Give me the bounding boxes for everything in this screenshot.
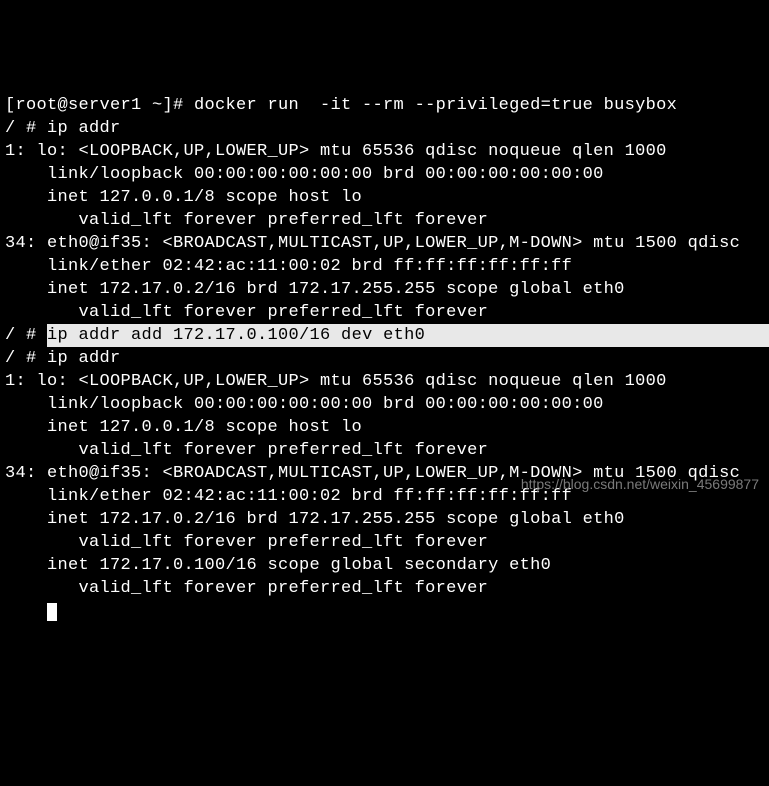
highlighted-command: ip addr add 172.17.0.100/16 dev eth0 <box>47 324 769 347</box>
cursor-icon <box>47 603 57 621</box>
terminal-output[interactable]: [root@server1 ~]# docker run -it --rm --… <box>0 92 769 625</box>
terminal-prompt-line <box>5 600 764 623</box>
terminal-line: inet 127.0.0.1/8 scope host lo <box>5 186 764 209</box>
terminal-line: valid_lft forever preferred_lft forever <box>5 209 764 232</box>
terminal-line: 1: lo: <LOOPBACK,UP,LOWER_UP> mtu 65536 … <box>5 370 764 393</box>
terminal-line: / # ip addr <box>5 347 764 370</box>
terminal-line: valid_lft forever preferred_lft forever <box>5 577 764 600</box>
terminal-line: link/loopback 00:00:00:00:00:00 brd 00:0… <box>5 393 764 416</box>
terminal-line: inet 172.17.0.100/16 scope global second… <box>5 554 764 577</box>
terminal-line: / # ip addr <box>5 117 764 140</box>
prompt-prefix: / # <box>5 326 47 345</box>
terminal-line: [root@server1 ~]# docker run -it --rm --… <box>5 94 764 117</box>
terminal-line: inet 172.17.0.2/16 brd 172.17.255.255 sc… <box>5 508 764 531</box>
terminal-line: inet 127.0.0.1/8 scope host lo <box>5 416 764 439</box>
watermark-text: https://blog.csdn.net/weixin_45699877 <box>521 473 759 496</box>
terminal-line: link/ether 02:42:ac:11:00:02 brd ff:ff:f… <box>5 255 764 278</box>
terminal-line: valid_lft forever preferred_lft forever <box>5 301 764 324</box>
terminal-line: link/loopback 00:00:00:00:00:00 brd 00:0… <box>5 163 764 186</box>
terminal-line: inet 172.17.0.2/16 brd 172.17.255.255 sc… <box>5 278 764 301</box>
terminal-line: 1: lo: <LOOPBACK,UP,LOWER_UP> mtu 65536 … <box>5 140 764 163</box>
terminal-line: 34: eth0@if35: <BROADCAST,MULTICAST,UP,L… <box>5 232 764 255</box>
terminal-line: valid_lft forever preferred_lft forever <box>5 531 764 554</box>
terminal-line: / # ip addr add 172.17.0.100/16 dev eth0 <box>5 324 764 347</box>
terminal-line: valid_lft forever preferred_lft forever <box>5 439 764 462</box>
